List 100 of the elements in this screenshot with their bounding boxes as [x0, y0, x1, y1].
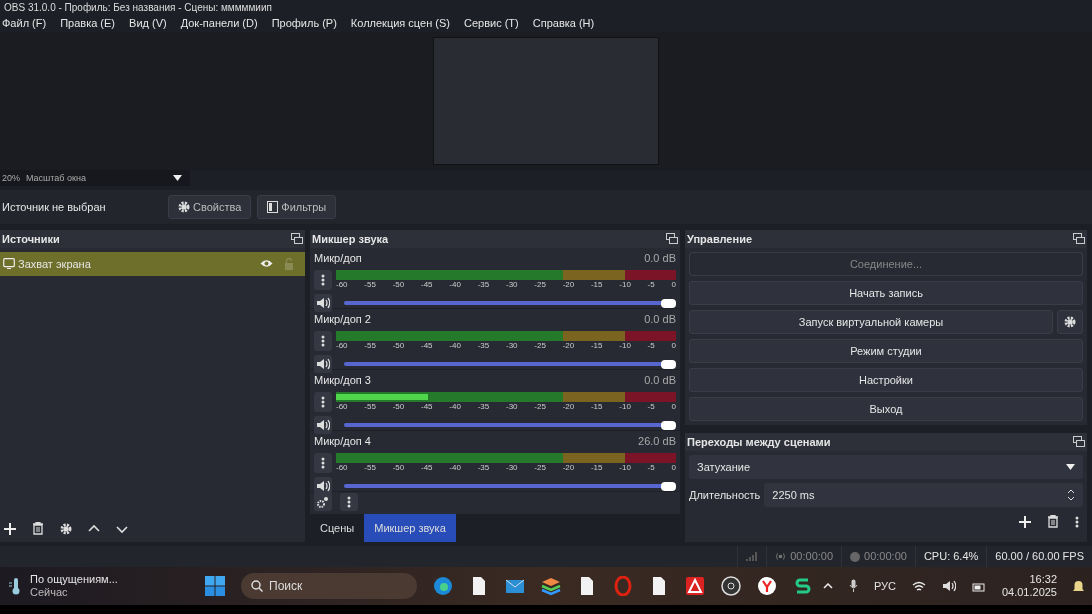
menu-item[interactable]: Коллекция сцен (S): [350, 14, 450, 32]
input-language[interactable]: РУС: [873, 577, 896, 595]
mute-button[interactable]: [314, 416, 332, 435]
mute-button[interactable]: [314, 477, 332, 496]
channel-menu-button[interactable]: [314, 270, 332, 291]
duration-spinbox[interactable]: 2250 ms: [764, 482, 1083, 507]
letter-circle-icon[interactable]: [757, 576, 777, 597]
undock-icon[interactable]: [666, 233, 678, 245]
duration-label: Длительность: [689, 487, 761, 503]
volume-slider-thumb[interactable]: [661, 298, 676, 308]
undock-icon[interactable]: [291, 233, 303, 245]
undock-icon[interactable]: [1073, 436, 1085, 448]
volume-slider[interactable]: [344, 301, 676, 306]
volume-slider[interactable]: [344, 362, 676, 367]
properties-button[interactable]: Свойства: [168, 194, 252, 220]
dock-tab[interactable]: Сцены: [310, 513, 365, 542]
more-icon[interactable]: [1075, 515, 1079, 528]
cpu-usage: CPU: 6.4%: [923, 549, 979, 565]
volume-slider-thumb[interactable]: [661, 359, 676, 369]
menu-item[interactable]: Файл (F): [2, 14, 47, 32]
channel-menu-button[interactable]: [314, 331, 332, 352]
scale-label: -50: [392, 341, 405, 351]
scale-label: -25: [534, 341, 546, 351]
scale-label: -15: [590, 341, 603, 351]
dock-tab[interactable]: Микшер звука: [364, 513, 456, 542]
source-item[interactable]: Захват экрана: [0, 251, 305, 276]
volume-slider[interactable]: [344, 423, 676, 428]
scale-label: -15: [590, 280, 603, 290]
scale-label: -20: [562, 463, 575, 473]
browser-icon[interactable]: [433, 576, 453, 597]
more-icon: [321, 457, 325, 470]
scale-label: -45: [421, 463, 433, 473]
microphone-icon[interactable]: [848, 579, 858, 594]
mute-button[interactable]: [314, 294, 332, 313]
gears-icon: [317, 495, 329, 508]
add-icon[interactable]: [4, 522, 16, 535]
scale-label: -10: [619, 463, 631, 473]
add-icon[interactable]: [1019, 515, 1031, 528]
mixer-menu-button[interactable]: [340, 492, 358, 511]
chevron-up-icon[interactable]: [822, 583, 833, 590]
scale-label: -55: [364, 463, 376, 473]
weather-note: Сейчас: [30, 586, 69, 600]
app-stack-icon[interactable]: [541, 576, 561, 597]
menu-item[interactable]: Профиль (P): [271, 14, 337, 32]
clock-time[interactable]: 16:32: [1029, 573, 1057, 587]
dropdown-arrow-icon: [173, 175, 182, 182]
taskbar-search-field[interactable]: Поиск: [241, 573, 417, 600]
dock-title: Переходы между сценами: [687, 434, 831, 450]
transition-select[interactable]: Затухание: [689, 454, 1083, 479]
clock-date[interactable]: 04.01.2025: [1001, 586, 1057, 600]
battery-icon[interactable]: [971, 580, 986, 592]
menu-item[interactable]: Вид (V): [129, 14, 167, 32]
scale-label: -45: [421, 341, 433, 351]
scale-label: -35: [477, 280, 490, 290]
mute-button[interactable]: [314, 355, 332, 374]
scale-label: -50: [392, 463, 405, 473]
recorder-icon[interactable]: [721, 576, 741, 597]
scale-label: -55: [364, 402, 376, 412]
search-icon: [251, 580, 263, 593]
menu-item[interactable]: Сервис (T): [463, 14, 519, 32]
scale-mode-select[interactable]: Масштаб окна: [26, 171, 167, 186]
volume-slider-thumb[interactable]: [661, 420, 676, 430]
scale-label: -60: [336, 280, 348, 290]
wifi-icon[interactable]: [911, 580, 926, 592]
menu-item[interactable]: Док-панели (D): [180, 14, 258, 32]
settings-icon[interactable]: [60, 522, 72, 535]
volume-icon[interactable]: [941, 580, 956, 593]
weather-text: По ощущениям...: [30, 573, 118, 587]
more-icon: [321, 396, 325, 409]
filters-button[interactable]: Фильтры: [257, 194, 337, 220]
volume-slider-thumb[interactable]: [661, 481, 676, 491]
menu-item[interactable]: Правка (E): [60, 14, 116, 32]
control-button[interactable]: Начать запись: [689, 280, 1083, 305]
scale-label: -55: [364, 341, 376, 351]
windows-start-icon[interactable]: [205, 576, 225, 597]
scale-label: -40: [449, 402, 461, 412]
delete-icon[interactable]: [32, 522, 44, 536]
menu-item[interactable]: Справка (H): [532, 14, 595, 32]
undock-icon[interactable]: [1073, 233, 1085, 245]
scale-label: -10: [619, 280, 631, 290]
dropdown-arrow-icon: [1066, 463, 1075, 470]
volume-slider[interactable]: [344, 484, 676, 489]
channel-menu-button[interactable]: [314, 453, 332, 474]
advanced-audio-button[interactable]: [314, 492, 332, 511]
delete-icon[interactable]: [1047, 515, 1059, 529]
ring-icon[interactable]: [613, 576, 633, 597]
scale-label: 0: [671, 402, 676, 412]
scale-label: -30: [505, 341, 518, 351]
control-button[interactable]: Выход: [689, 396, 1083, 421]
virtual-camera-settings-button[interactable]: [1057, 309, 1083, 334]
s-app-icon[interactable]: [793, 576, 813, 597]
control-button[interactable]: Запуск виртуальной камеры: [689, 309, 1053, 334]
eye-icon[interactable]: [260, 259, 273, 269]
channel-menu-button[interactable]: [314, 392, 332, 413]
bell-icon[interactable]: [1073, 579, 1084, 593]
control-button[interactable]: Настройки: [689, 367, 1083, 392]
triangle-app-icon[interactable]: [685, 576, 705, 597]
speaker-icon: [316, 297, 330, 310]
control-button[interactable]: Режим студии: [689, 338, 1083, 363]
scale-label: -50: [392, 402, 405, 412]
